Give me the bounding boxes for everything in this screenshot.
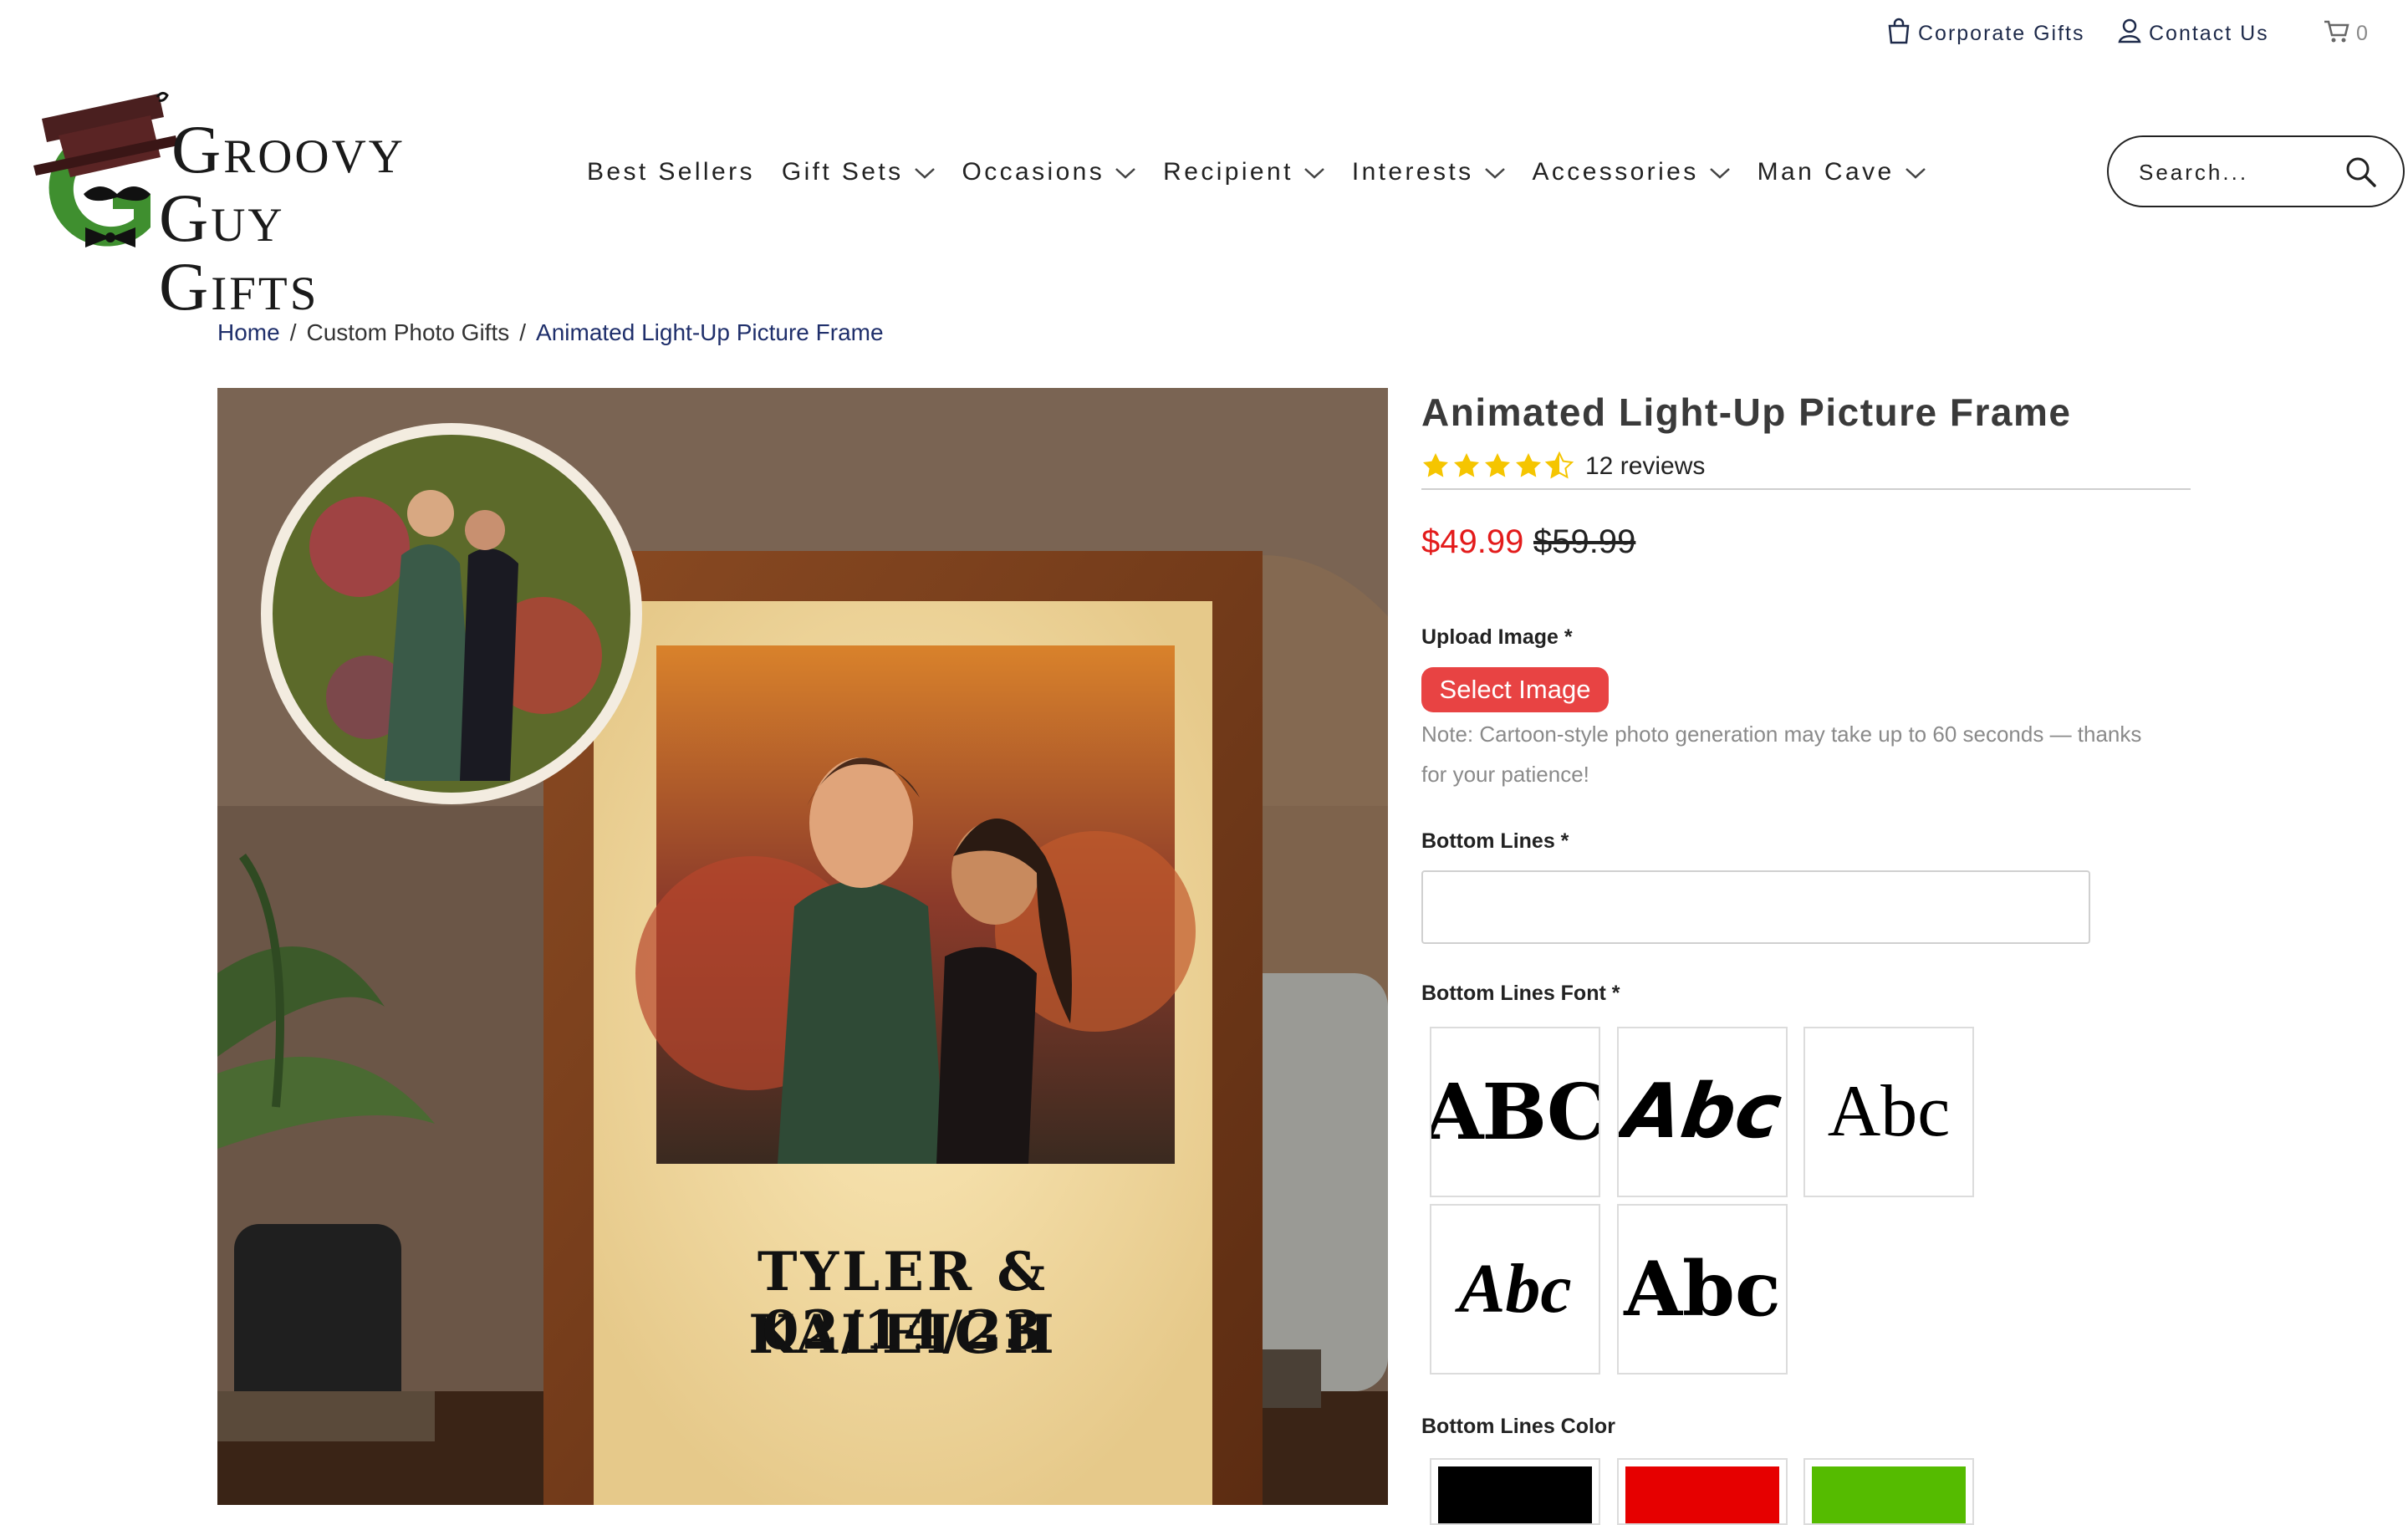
chevron-down-icon: [1293, 158, 1325, 186]
nav-label: Accessories: [1532, 158, 1699, 186]
search-input[interactable]: [2137, 154, 2333, 191]
breadcrumb-home[interactable]: Home: [217, 319, 280, 346]
font-option-italic-script[interactable]: Abc: [1430, 1204, 1600, 1375]
chevron-down-icon: [1699, 158, 1731, 186]
nav-accessories[interactable]: Accessories: [1533, 158, 1731, 186]
search-box: [2107, 135, 2405, 207]
title-divider: [1421, 488, 2191, 490]
font-sample: Abc: [1617, 1068, 1788, 1155]
nav-man-cave[interactable]: Man Cave: [1758, 158, 1926, 186]
upload-note: Note: Cartoon-style photo generation may…: [1421, 722, 2142, 787]
font-sample: ABC: [1430, 1067, 1600, 1157]
bottom-lines-label: Bottom Lines *: [1421, 829, 1569, 853]
cart-count: 0: [2356, 21, 2370, 45]
contact-us-link[interactable]: Contact Us: [2117, 15, 2269, 52]
breadcrumb-current: Animated Light-Up Picture Frame: [536, 319, 884, 345]
font-sample: Abc: [1624, 1245, 1781, 1334]
product-rating[interactable]: 12 reviews: [1421, 451, 1705, 482]
nav-recipient[interactable]: Recipient: [1163, 158, 1325, 186]
color-fill: [1812, 1466, 1966, 1523]
corporate-gifts-label: Corporate Gifts: [1918, 21, 2085, 45]
color-option-black[interactable]: [1430, 1458, 1600, 1525]
chevron-down-icon: [904, 158, 936, 186]
main-nav: Best Sellers Gift Sets Occasions Recipie…: [587, 156, 1953, 189]
font-option-serif-caps[interactable]: ABC: [1430, 1027, 1600, 1197]
contact-us-label: Contact Us: [2149, 21, 2269, 45]
product-image[interactable]: TYLER & KALEIGH 02/14/23: [217, 388, 1388, 1505]
nav-interests[interactable]: Interests: [1352, 158, 1506, 186]
breadcrumb-separator: /: [289, 319, 297, 345]
nav-best-sellers[interactable]: Best Sellers: [587, 158, 755, 186]
font-option-bold-serif[interactable]: Abc: [1617, 1204, 1788, 1375]
color-option-green[interactable]: [1803, 1458, 1974, 1525]
chevron-down-icon: [1474, 158, 1506, 186]
logo-line1: Groovy: [171, 111, 406, 187]
breadcrumb-category[interactable]: Custom Photo Gifts: [306, 319, 509, 346]
nav-label: Man Cave: [1757, 158, 1895, 186]
compare-price: $59.99: [1533, 523, 1636, 560]
font-option-brush-script[interactable]: Abc: [1617, 1027, 1788, 1197]
frame-text-date: 02/14/23: [762, 1299, 1044, 1362]
color-option-red[interactable]: [1617, 1458, 1788, 1525]
sale-price: $49.99: [1421, 523, 1524, 560]
font-option-serif[interactable]: Abc: [1803, 1027, 1974, 1197]
color-label: Bottom Lines Color: [1421, 1415, 1615, 1438]
upload-image-label: Upload Image *: [1421, 625, 1573, 649]
cart-link[interactable]: 0: [2323, 15, 2370, 52]
nav-label: Occasions: [962, 158, 1105, 186]
color-fill: [1438, 1466, 1592, 1523]
color-fill: [1625, 1466, 1779, 1523]
corporate-gifts-link[interactable]: Corporate Gifts: [1886, 15, 2085, 52]
user-icon: [2117, 18, 2149, 50]
nav-gift-sets[interactable]: Gift Sets: [782, 158, 936, 186]
bottom-lines-input[interactable]: [1421, 870, 2090, 944]
select-image-button[interactable]: Select Image: [1421, 667, 1609, 712]
nav-label: Best Sellers: [587, 158, 755, 186]
nav-label: Recipient: [1163, 158, 1293, 186]
search-icon[interactable]: [2344, 156, 2378, 193]
cart-icon: [2323, 18, 2356, 49]
font-sample: Abc: [1458, 1250, 1572, 1328]
breadcrumb-separator: /: [519, 319, 527, 345]
nav-label: Gift Sets: [781, 158, 904, 186]
logo-line2: Guy Gifts: [159, 180, 319, 324]
product-title: Animated Light-Up Picture Frame: [1421, 390, 2072, 434]
nav-occasions[interactable]: Occasions: [962, 158, 1137, 186]
breadcrumb: Home / Custom Photo Gifts / Animated Lig…: [217, 319, 884, 346]
review-count: 12 reviews: [1585, 452, 1706, 480]
star-rating-icon: [1423, 452, 1573, 478]
font-label: Bottom Lines Font *: [1421, 982, 1620, 1005]
site-logo[interactable]: Groovy Guy Gifts: [33, 85, 460, 321]
nav-label: Interests: [1351, 158, 1474, 186]
font-sample: Abc: [1827, 1071, 1951, 1152]
original-photo-inset: [261, 423, 642, 804]
chevron-down-icon: [1105, 158, 1136, 186]
shopping-bag-icon: [1886, 18, 1918, 50]
chevron-down-icon: [1895, 158, 1926, 186]
